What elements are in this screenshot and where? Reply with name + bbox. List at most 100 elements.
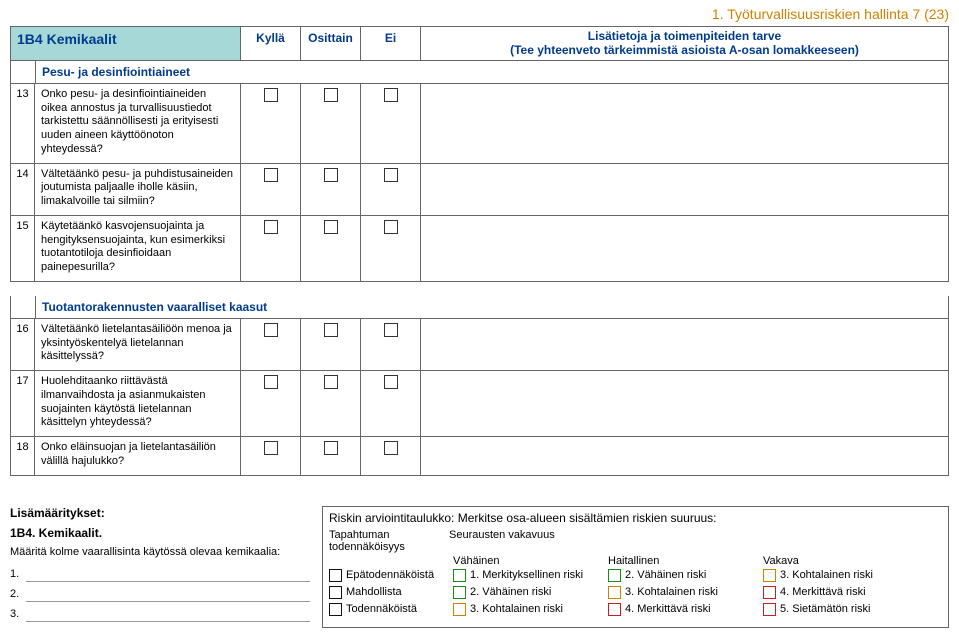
risk-prob: Epätodennäköistä [346, 569, 434, 581]
checkbox-no[interactable] [384, 168, 398, 182]
checkbox-icon[interactable] [329, 569, 342, 582]
q-num: 17 [11, 371, 35, 436]
checkbox-icon[interactable] [608, 586, 621, 599]
checkbox-yes[interactable] [264, 88, 278, 102]
extra-num: 1. [10, 568, 26, 582]
q-text: Huolehditaanko riittävästä ilmanvaihdost… [35, 371, 241, 436]
group2-title: Tuotantorakennusten vaaralliset kaasut [36, 296, 948, 318]
question-row: 17 Huolehditaanko riittävästä ilmanvaihd… [11, 370, 948, 436]
details-cell[interactable] [421, 319, 948, 370]
checkbox-partly[interactable] [324, 168, 338, 182]
checkbox-icon[interactable] [608, 603, 621, 616]
checkbox-icon[interactable] [453, 569, 466, 582]
section-name: Kemikaalit [47, 31, 117, 47]
risk-prob: Todennäköistä [346, 603, 417, 615]
group1-row: Pesu- ja desinfiointiaineet [11, 61, 948, 83]
checkbox-partly[interactable] [324, 220, 338, 234]
checkbox-icon[interactable] [329, 586, 342, 599]
answer-columns: Kyllä Osittain Ei [241, 27, 421, 60]
extra-definitions: Lisämääritykset: 1B4. Kemikaalit. Määrit… [10, 506, 310, 628]
checkbox-partly[interactable] [324, 375, 338, 389]
checkbox-yes[interactable] [264, 220, 278, 234]
q-text: Onko eläinsuojan ja lietelantasäiliön vä… [35, 437, 241, 475]
details-cell[interactable] [421, 216, 948, 281]
sev-label: Vähäinen [449, 555, 604, 567]
checkbox-icon[interactable] [453, 586, 466, 599]
section-header-row: 1B4 Kemikaalit Kyllä Osittain Ei Lisätie… [10, 26, 949, 60]
checkbox-no[interactable] [384, 323, 398, 337]
risk-cell: 3. Kohtalainen riski [470, 603, 563, 615]
details-cell[interactable] [421, 437, 948, 475]
q-text: Käytetäänkö kasvojensuojainta ja hengity… [35, 216, 241, 281]
bottom-area: Lisämääritykset: 1B4. Kemikaalit. Määrit… [10, 506, 949, 628]
checkbox-yes[interactable] [264, 375, 278, 389]
details-sub: (Tee yhteenveto tärkeimmistä asioista A-… [510, 43, 859, 57]
q-num: 15 [11, 216, 35, 281]
extra-input-2[interactable]: 2. [10, 588, 310, 602]
checkbox-partly[interactable] [324, 88, 338, 102]
extra-field[interactable] [26, 568, 310, 582]
risk-prob-header: Tapahtuman todennäköisyys [329, 529, 449, 553]
q-num: 14 [11, 164, 35, 215]
risk-severity-row: Vähäinen Haitallinen Vakava [329, 555, 942, 567]
details-cell[interactable] [421, 164, 948, 215]
details-header: Lisätietoja ja toimenpiteiden tarve (Tee… [421, 27, 948, 60]
extra-num: 3. [10, 608, 26, 622]
checkbox-partly[interactable] [324, 441, 338, 455]
checkbox-icon[interactable] [763, 569, 776, 582]
checkbox-icon[interactable] [763, 603, 776, 616]
details-cell[interactable] [421, 371, 948, 436]
risk-cell: 4. Merkittävä riski [625, 603, 711, 615]
checkbox-yes[interactable] [264, 323, 278, 337]
extra-input-1[interactable]: 1. [10, 568, 310, 582]
details-title: Lisätietoja ja toimenpiteiden tarve [588, 29, 781, 43]
q-num: 18 [11, 437, 35, 475]
risk-prob: Mahdollista [346, 586, 402, 598]
question-row: 15 Käytetäänkö kasvojensuojainta ja heng… [11, 215, 948, 281]
risk-row: Todennäköistä 3. Kohtalainen riski 4. Me… [329, 603, 942, 616]
checkbox-icon[interactable] [763, 586, 776, 599]
sev-label: Vakava [759, 555, 914, 567]
col-yes: Kyllä [241, 27, 301, 60]
page-header: 1. Työturvallisuusriskien hallinta 7 (23… [10, 6, 949, 22]
extra-field[interactable] [26, 588, 310, 602]
extra-sub: 1B4. Kemikaalit. [10, 526, 310, 540]
group1-title: Pesu- ja desinfiointiaineet [36, 61, 948, 83]
risk-cell: 1. Merkityksellinen riski [470, 569, 583, 581]
q-text: Onko pesu- ja desinfiointiaineiden oikea… [35, 84, 241, 163]
q-text: Vältetäänkö lietelantasäiliöön menoa ja … [35, 319, 241, 370]
sev-label: Haitallinen [604, 555, 759, 567]
group2-row: Tuotantorakennusten vaaralliset kaasut [11, 296, 948, 318]
checkbox-partly[interactable] [324, 323, 338, 337]
risk-row: Epätodennäköistä 1. Merkityksellinen ris… [329, 569, 942, 582]
q-num: 13 [11, 84, 35, 163]
section-title: 1B4 Kemikaalit [11, 27, 241, 60]
risk-cell: 3. Kohtalainen riski [625, 586, 718, 598]
checkbox-no[interactable] [384, 441, 398, 455]
col-no: Ei [361, 27, 421, 60]
section-code: 1B4 [17, 31, 43, 47]
question-row: 13 Onko pesu- ja desinfiointiaineiden oi… [11, 83, 948, 163]
extra-input-3[interactable]: 3. [10, 608, 310, 622]
checkbox-no[interactable] [384, 88, 398, 102]
extra-field[interactable] [26, 608, 310, 622]
risk-cell: 3. Kohtalainen riski [780, 569, 873, 581]
questions-block-1: Pesu- ja desinfiointiaineet 13 Onko pesu… [10, 60, 949, 282]
checkbox-yes[interactable] [264, 168, 278, 182]
checkbox-no[interactable] [384, 375, 398, 389]
checkbox-yes[interactable] [264, 441, 278, 455]
col-partly: Osittain [301, 27, 361, 60]
checkbox-icon[interactable] [453, 603, 466, 616]
checkbox-no[interactable] [384, 220, 398, 234]
checkbox-icon[interactable] [329, 603, 342, 616]
risk-cell: 4. Merkittävä riski [780, 586, 866, 598]
q-text: Vältetäänkö pesu- ja puhdistusaineiden j… [35, 164, 241, 215]
risk-headers: Tapahtuman todennäköisyys Seurausten vak… [329, 529, 942, 553]
extra-line: Määritä kolme vaarallisinta käytössä ole… [10, 546, 310, 558]
checkbox-icon[interactable] [608, 569, 621, 582]
details-cell[interactable] [421, 84, 948, 163]
risk-cons-header: Seurausten vakavuus [449, 529, 942, 553]
questions-block-2: Tuotantorakennusten vaaralliset kaasut 1… [10, 296, 949, 476]
question-row: 18 Onko eläinsuojan ja lietelantasäiliön… [11, 436, 948, 475]
q-num: 16 [11, 319, 35, 370]
